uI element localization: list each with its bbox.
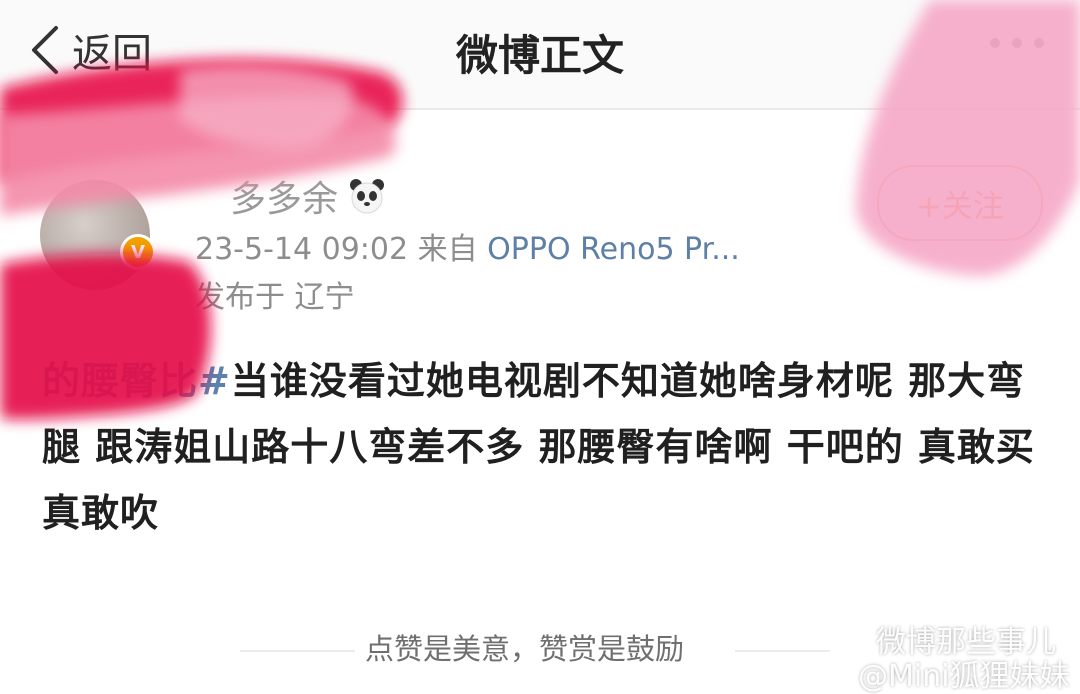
- watermark-account: 微博那些事儿: [876, 625, 1056, 660]
- author-name-row[interactable]: 多多余: [230, 170, 386, 222]
- page-title: 微博正文: [455, 31, 624, 80]
- post-timestamp: 23-5-14 09:02: [195, 232, 409, 267]
- top-navigation-bar: 返回 微博正文: [0, 0, 1080, 110]
- more-dot-icon: [990, 38, 1000, 48]
- hashtag-link[interactable]: 的腰臀比#: [42, 359, 231, 403]
- more-dot-icon: [1012, 38, 1022, 48]
- wechat-icon: [834, 631, 867, 655]
- footer-divider-right: [735, 650, 830, 652]
- reward-prompt: 点赞是美意，赞赏是鼓励: [355, 626, 695, 668]
- more-options-button[interactable]: [990, 38, 1044, 48]
- author-name[interactable]: 多多余: [230, 170, 338, 222]
- panda-emoji-icon: [350, 179, 385, 214]
- post-body: 的腰臀比#当谁没看过她电视剧不知道她啥身材呢 那大弯腿 跟涛姐山路十八弯差不多 …: [42, 348, 1042, 546]
- watermark-handle: @Mini狐狸妹妹: [858, 659, 1070, 694]
- post-location: 发布于 辽宁: [195, 280, 355, 315]
- post-meta: 23-5-14 09:02 来自 OPPO Reno5 Pr...: [195, 224, 740, 268]
- source-prefix: 来自: [417, 232, 478, 267]
- source-device-link[interactable]: OPPO Reno5 Pr...: [487, 232, 740, 267]
- follow-button[interactable]: +关注: [877, 165, 1043, 241]
- verified-badge-icon: V: [120, 234, 156, 270]
- watermark: 微博那些事儿 @Mini狐狸妹妹: [834, 626, 1070, 694]
- footer-divider-left: [240, 650, 360, 652]
- more-dot-icon: [1034, 38, 1044, 48]
